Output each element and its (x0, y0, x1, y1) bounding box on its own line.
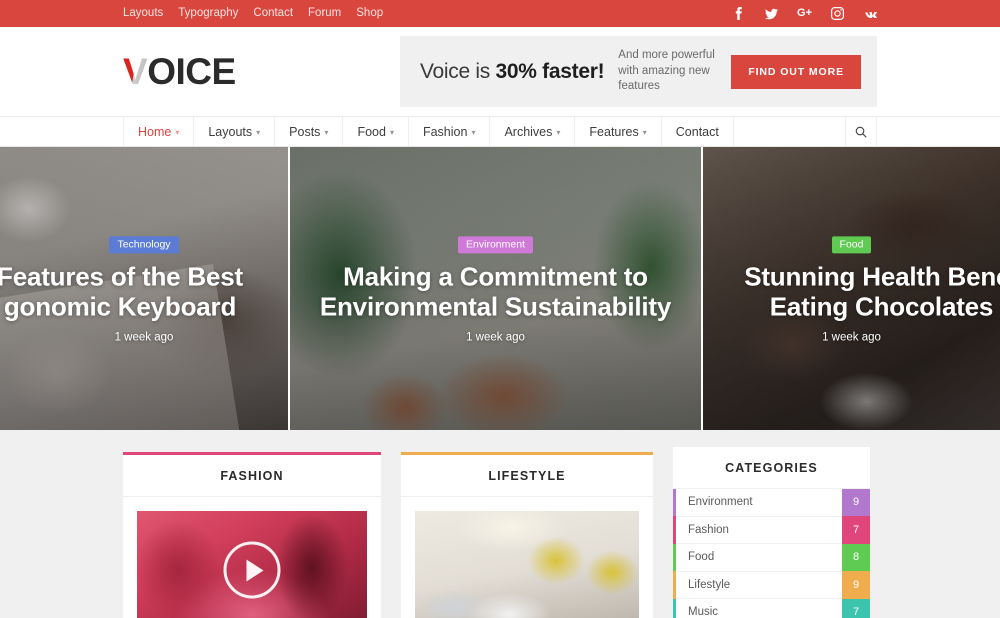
category-name: Environment (688, 496, 753, 509)
category-count: 9 (842, 488, 870, 516)
hero-slide-2-title-line1: Making a Commitment to (343, 261, 648, 292)
chevron-down-icon: ▾ (175, 128, 180, 137)
vk-icon[interactable] (864, 7, 877, 20)
hero-slide-2-content: Environment Making a Commitment to Envir… (290, 234, 701, 343)
lifestyle-card: LIFESTYLE (401, 452, 653, 618)
hero-slide-1-title-line2: gonomic Keyboard (3, 291, 237, 322)
nav-label-archives: Archives (504, 124, 553, 139)
lifestyle-card-title: LIFESTYLE (401, 455, 653, 497)
hero-slide-2-date: 1 week ago (466, 331, 525, 344)
category-row-environment[interactable]: Environment 9 (673, 488, 870, 517)
hero-slide-1[interactable]: Technology Features of the Best gonomic … (0, 147, 288, 430)
topbar-link-shop[interactable]: Shop (356, 0, 383, 27)
category-count: 8 (842, 543, 870, 571)
ad-headline-plain: Voice is (420, 59, 496, 83)
nav-item-posts[interactable]: Posts ▾ (274, 117, 342, 146)
hero-slide-2-title[interactable]: Making a Commitment to Environmental Sus… (302, 261, 689, 322)
hero-slide-3-title[interactable]: Stunning Health Benef Eating Chocolates (715, 261, 1000, 322)
hero-slide-3-title-line1: Stunning Health Benef (744, 261, 1000, 292)
hero-slide-3-date: 1 week ago (822, 331, 881, 344)
category-name: Music (688, 606, 719, 618)
hero-slide-3-content: Food Stunning Health Benef Eating Chocol… (703, 234, 1000, 343)
content-grid: FASHION LIFESTYLE CATEGORIES Environment… (0, 430, 1000, 618)
fashion-card-title: FASHION (123, 455, 381, 497)
nav-item-layouts[interactable]: Layouts ▾ (193, 117, 274, 146)
category-row-music[interactable]: Music 7 (673, 598, 870, 618)
nav-label-fashion: Fashion (422, 124, 468, 139)
site-logo[interactable]: V OICE (123, 53, 236, 90)
hero-slide-1-date: 1 week ago (114, 331, 174, 344)
logo-text: OICE (147, 51, 236, 92)
nav-item-food[interactable]: Food ▾ (342, 117, 408, 146)
hero-slide-2-title-line2: Environmental Sustainability (319, 291, 672, 322)
nav-item-contact[interactable]: Contact (660, 117, 734, 146)
main-nav-items: Home ▾ Layouts ▾ Posts ▾ Food ▾ Fashion … (123, 117, 734, 146)
top-bar-nav: Layouts Typography Contact Forum Shop (123, 0, 383, 27)
nav-label-contact: Contact (675, 124, 719, 139)
topbar-link-layouts[interactable]: Layouts (123, 0, 163, 27)
chevron-down-icon: ▾ (324, 128, 329, 137)
lifestyle-image-thumbnail[interactable] (415, 511, 639, 618)
top-bar: Layouts Typography Contact Forum Shop G+ (0, 0, 1000, 27)
ad-headline: Voice is 30% faster! (420, 59, 605, 84)
lifestyle-card-body (401, 497, 653, 618)
google-plus-icon[interactable]: G+ (797, 7, 812, 20)
nav-label-layouts: Layouts (208, 124, 253, 139)
hero-slide-2-category-badge[interactable]: Environment (458, 235, 533, 254)
search-icon[interactable] (845, 117, 877, 146)
category-name: Lifestyle (688, 578, 731, 591)
hero-slide-2[interactable]: Environment Making a Commitment to Envir… (288, 147, 703, 430)
facebook-icon[interactable] (732, 7, 745, 20)
nav-label-features: Features (589, 124, 639, 139)
nav-item-home[interactable]: Home ▾ (123, 117, 193, 146)
hero-slide-1-category-badge[interactable]: Technology (109, 235, 179, 254)
nav-label-home: Home (138, 124, 172, 139)
social-links: G+ (732, 7, 877, 20)
hero-slide-1-title[interactable]: Features of the Best gonomic Keyboard (0, 261, 276, 322)
hero-slide-3-title-line2: Eating Chocolates (769, 291, 994, 322)
nav-item-fashion[interactable]: Fashion ▾ (407, 117, 490, 146)
hero-slide-1-title-line1: Features of the Best (0, 261, 243, 292)
play-icon[interactable] (223, 541, 281, 599)
category-row-food[interactable]: Food 8 (673, 543, 870, 572)
chevron-down-icon: ▾ (471, 128, 476, 137)
find-out-more-button[interactable]: FIND OUT MORE (731, 54, 861, 89)
hero-slide-1-content: Technology Features of the Best gonomic … (0, 234, 288, 343)
chevron-down-icon: ▾ (556, 128, 561, 137)
ad-subtitle: And more powerful with amazing new featu… (618, 49, 715, 93)
hero-slide-3[interactable]: Food Stunning Health Benef Eating Chocol… (703, 147, 1000, 430)
category-row-lifestyle[interactable]: Lifestyle 9 (673, 571, 870, 599)
category-count: 7 (842, 516, 870, 544)
logo-letter-v: V (123, 51, 148, 92)
category-name: Fashion (688, 523, 729, 536)
nav-item-features[interactable]: Features ▾ (574, 117, 660, 146)
nav-item-archives[interactable]: Archives ▾ (489, 117, 574, 146)
hero-slider: Technology Features of the Best gonomic … (0, 147, 1000, 430)
category-count: 9 (842, 571, 870, 599)
topbar-link-typography[interactable]: Typography (178, 0, 238, 27)
site-header: V OICE Voice is 30% faster! And more pow… (0, 27, 1000, 116)
categories-widget: CATEGORIES Environment 9 Fashion 7 Food … (673, 447, 870, 618)
nav-label-posts: Posts (289, 124, 321, 139)
fashion-card-body (123, 497, 381, 618)
category-name: Food (688, 551, 715, 564)
topbar-link-forum[interactable]: Forum (308, 0, 341, 27)
fashion-video-thumbnail[interactable] (137, 511, 367, 618)
topbar-link-contact[interactable]: Contact (253, 0, 293, 27)
ad-headline-bold: 30% faster! (495, 59, 605, 83)
header-ad-banner: Voice is 30% faster! And more powerful w… (400, 36, 877, 107)
categories-widget-title: CATEGORIES (673, 447, 870, 489)
category-row-fashion[interactable]: Fashion 7 (673, 516, 870, 544)
categories-list: Environment 9 Fashion 7 Food 8 Lifestyle… (673, 488, 870, 618)
chevron-down-icon: ▾ (389, 128, 394, 137)
hero-slide-3-category-badge[interactable]: Food (831, 235, 872, 254)
instagram-icon[interactable] (831, 7, 844, 20)
nav-label-food: Food (357, 124, 386, 139)
twitter-icon[interactable] (765, 7, 778, 20)
main-navigation: Home ▾ Layouts ▾ Posts ▾ Food ▾ Fashion … (0, 116, 1000, 147)
fashion-card: FASHION (123, 452, 381, 618)
chevron-down-icon: ▾ (642, 128, 647, 137)
chevron-down-icon: ▾ (256, 128, 261, 137)
category-count: 7 (842, 598, 870, 618)
